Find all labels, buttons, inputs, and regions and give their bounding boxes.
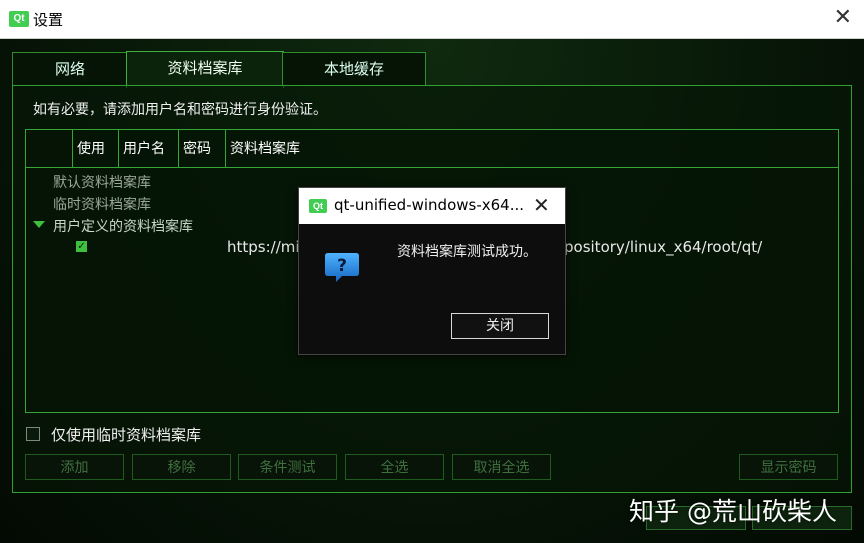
title-bar: Qt 设置 ✕	[0, 0, 864, 39]
svg-text:?: ?	[337, 256, 347, 276]
expand-triangle-icon[interactable]	[33, 221, 45, 228]
repo-use-checkbox[interactable]: ✓	[76, 241, 87, 252]
dialog-close-action-button[interactable]: 关闭	[451, 313, 549, 339]
tab-network[interactable]: 网络	[12, 52, 128, 86]
show-password-button[interactable]: 显示密码	[739, 454, 838, 480]
column-header-password[interactable]: 密码	[179, 130, 226, 168]
dialog-close-button[interactable]: ✕	[533, 193, 550, 217]
deselect-all-button[interactable]: 取消全选	[452, 454, 551, 480]
window-close-button[interactable]: ✕	[834, 5, 852, 30]
column-header-repository[interactable]: 资料档案库	[226, 130, 838, 168]
dialog-qt-logo-icon: Qt	[309, 199, 327, 213]
qt-logo-icon: Qt	[9, 11, 29, 27]
auth-hint: 如有必要，请添加用户名和密码进行身份验证。	[33, 102, 327, 118]
tab-repositories[interactable]: 资料档案库	[126, 51, 284, 88]
tree-item-temp-repos[interactable]: 临时资料档案库	[53, 194, 151, 214]
window-title: 设置	[33, 11, 64, 29]
watermark: 知乎 @荒山砍柴人	[629, 497, 837, 526]
column-header-expand	[26, 130, 73, 168]
only-temp-checkbox[interactable]	[26, 427, 40, 441]
test-button[interactable]: 条件测试	[238, 454, 337, 480]
repo-url-left[interactable]: https://mi	[227, 238, 300, 256]
column-header-use[interactable]: 使用	[73, 130, 119, 168]
only-temp-label: 仅使用临时资料档案库	[51, 426, 202, 444]
add-button[interactable]: 添加	[25, 454, 124, 480]
dialog-title: qt-unified-windows-x64...	[334, 196, 525, 214]
dialog-message: 资料档案库测试成功。	[397, 244, 537, 260]
column-header-username[interactable]: 用户名	[119, 130, 179, 168]
tree-item-user-repos[interactable]: 用户定义的资料档案库	[53, 216, 193, 236]
dialog-title-bar: Qt qt-unified-windows-x64... ✕	[299, 188, 565, 224]
tree-item-default-repos[interactable]: 默认资料档案库	[53, 172, 151, 192]
repo-url-right[interactable]: pository/linux_x64/root/qt/	[564, 238, 762, 256]
remove-button[interactable]: 移除	[132, 454, 231, 480]
question-icon: ?	[325, 253, 359, 282]
tab-local-cache[interactable]: 本地缓存	[282, 52, 426, 86]
test-result-dialog: Qt qt-unified-windows-x64... ✕ ? 资料档案库测试…	[298, 187, 566, 355]
select-all-button[interactable]: 全选	[345, 454, 444, 480]
